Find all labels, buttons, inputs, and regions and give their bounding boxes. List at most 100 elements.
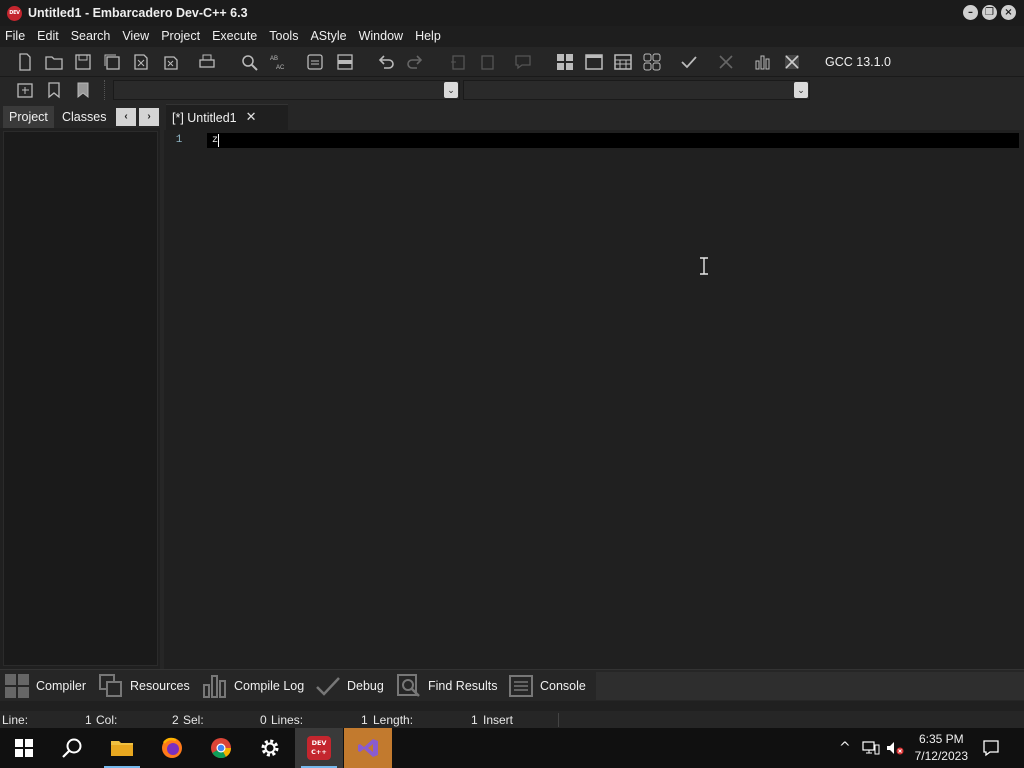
menu-project[interactable]: Project (155, 26, 206, 47)
tab-compile-log[interactable]: Compile Log (202, 673, 304, 699)
chevron-left-icon[interactable]: ‹ (116, 108, 136, 126)
windows-logo-icon (15, 739, 33, 757)
status-length-label: Length: (373, 713, 414, 727)
tab-compiler[interactable]: Compiler (4, 673, 86, 699)
notification-center-icon[interactable] (982, 739, 1000, 757)
bookmark-icon[interactable] (43, 79, 65, 101)
menu-help[interactable]: Help (409, 26, 447, 47)
chrome-button[interactable] (197, 728, 245, 768)
class-combobox[interactable]: ⌄ (113, 80, 460, 100)
project-tree[interactable] (3, 131, 158, 666)
tab-untitled1[interactable]: [*] Untitled1 ✕ (166, 104, 288, 130)
chevron-right-icon[interactable]: › (139, 108, 159, 126)
menu-search[interactable]: Search (65, 26, 117, 47)
menu-execute[interactable]: Execute (206, 26, 263, 47)
stop-icon[interactable] (715, 51, 737, 73)
save-all-icon[interactable] (101, 51, 123, 73)
status-sel-value: 0 (260, 713, 267, 727)
status-bar: Line: 1 Col: 2 Sel: 0 Lines: 1 Length: 1… (0, 711, 1024, 729)
status-line-label: Line: (2, 713, 29, 727)
svg-text:AB: AB (270, 56, 278, 62)
status-lines-label: Lines: (271, 713, 304, 727)
open-file-icon[interactable] (43, 51, 65, 73)
chevron-down-icon[interactable]: ⌄ (794, 82, 808, 98)
show-hidden-icons-chevron-icon[interactable]: ^ (839, 740, 851, 756)
new-file-icon[interactable] (14, 51, 36, 73)
close-icon[interactable]: ✕ (246, 110, 257, 125)
title-bar[interactable]: DEV Untitled1 - Embarcadero Dev-C++ 6.3 … (0, 0, 1024, 26)
comment-icon[interactable] (512, 51, 534, 73)
left-panel-tabs: Project Classes ‹ › (0, 103, 163, 128)
redo-icon[interactable] (404, 51, 426, 73)
system-clock[interactable]: 6:35 PM 7/12/2023 (915, 731, 968, 765)
insert-icon[interactable] (14, 79, 36, 101)
tile-icon[interactable] (554, 51, 576, 73)
devcpp-taskbar-button[interactable]: DEV C++ (295, 728, 343, 768)
chrome-icon (211, 738, 232, 759)
menu-astyle[interactable]: AStyle (304, 26, 352, 47)
window-icon[interactable] (583, 51, 605, 73)
volume-muted-icon[interactable] (886, 741, 904, 755)
firefox-icon (162, 737, 182, 758)
tab-resources[interactable]: Resources (98, 673, 190, 699)
chart-icon[interactable] (752, 51, 774, 73)
unindent-icon[interactable] (476, 51, 498, 73)
delete-profile-icon[interactable] (781, 51, 803, 73)
tab-project[interactable]: Project (3, 106, 54, 128)
menu-window[interactable]: Window (353, 26, 409, 47)
firefox-button[interactable] (148, 728, 196, 768)
toggle-panel-icon[interactable] (334, 51, 356, 73)
grid-icon[interactable] (641, 51, 663, 73)
devcpp-logo-icon: DEV (7, 5, 22, 21)
status-separator (558, 713, 559, 727)
bottom-tab-strip (596, 672, 1024, 700)
menu-bar: File Edit Search View Project Execute To… (0, 26, 1024, 47)
replace-icon[interactable]: AB AC (267, 51, 289, 73)
menu-view[interactable]: View (116, 26, 155, 47)
function-combobox[interactable]: ⌄ (463, 80, 810, 100)
menu-tools[interactable]: Tools (263, 26, 304, 47)
search-icon (62, 738, 82, 758)
settings-button[interactable] (246, 728, 294, 768)
status-lines-value: 1 (361, 713, 368, 727)
clock-date: 7/12/2023 (914, 749, 968, 763)
calendar-grid-icon[interactable] (612, 51, 634, 73)
network-icon[interactable] (862, 741, 880, 755)
compile-check-icon[interactable] (678, 51, 700, 73)
panel-splitter[interactable] (160, 103, 164, 669)
search-button[interactable] (48, 728, 96, 768)
compiler-select[interactable]: GCC 13.1.0 (818, 51, 1022, 73)
current-line-highlight (207, 133, 1019, 148)
chevron-down-icon[interactable]: ⌄ (444, 82, 458, 98)
tab-debug[interactable]: Debug (315, 673, 384, 699)
restore-button[interactable]: ❐ (982, 5, 997, 20)
tab-console[interactable]: Console (508, 673, 586, 699)
print-icon[interactable] (196, 51, 218, 73)
tab-find-results[interactable]: Find Results (396, 673, 497, 699)
code-editor[interactable]: 1 z (166, 130, 1022, 668)
save-icon[interactable] (72, 51, 94, 73)
close-file-icon[interactable] (130, 51, 152, 73)
goto-bookmark-icon[interactable] (72, 79, 94, 101)
visual-studio-button[interactable] (344, 728, 392, 768)
menu-file[interactable]: File (0, 26, 31, 47)
file-explorer-button[interactable] (98, 728, 146, 768)
ibeam-cursor-icon (700, 257, 708, 275)
status-col-label: Col: (96, 713, 118, 727)
gear-icon (261, 739, 279, 757)
close-button[interactable]: × (1001, 5, 1016, 20)
tab-label: Resources (130, 679, 190, 693)
indent-icon[interactable] (447, 51, 469, 73)
tab-classes[interactable]: Classes (56, 106, 112, 128)
tab-label: Console (540, 679, 586, 693)
minimize-button[interactable]: – (963, 5, 978, 20)
undo-icon[interactable] (375, 51, 397, 73)
svg-text:AC: AC (276, 65, 285, 71)
close-all-icon[interactable] (159, 51, 181, 73)
goto-line-icon[interactable] (304, 51, 326, 73)
menu-edit[interactable]: Edit (31, 26, 65, 47)
devcpp-icon: DEV C++ (307, 736, 331, 760)
start-button[interactable] (0, 728, 48, 768)
find-icon[interactable] (238, 51, 260, 73)
status-length-value: 1 (471, 713, 478, 727)
